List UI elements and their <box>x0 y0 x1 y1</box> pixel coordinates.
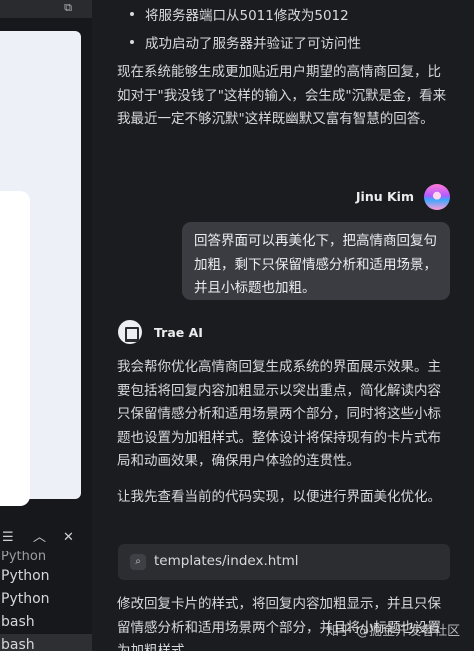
terminal-item[interactable]: bash <box>0 611 92 634</box>
terminal-toolbar: ☰ ︿ ✕ <box>0 527 92 549</box>
close-icon[interactable]: ✕ <box>63 527 74 549</box>
search-icon: ⌕ <box>130 554 146 570</box>
user-message: 回答界面可以再美化下，把高情商回复句加粗，剩下只保留情感分析和适用场景，并且小标… <box>182 222 450 300</box>
sliders-icon[interactable]: ☰ <box>2 527 14 549</box>
ai-reply: 让我先查看当前的代码实现，以便进行界面美化优化。 <box>117 489 441 505</box>
ai-name: Trae AI <box>154 325 203 340</box>
file-reference-chip[interactable]: ⌕ templates/index.html <box>118 544 450 580</box>
terminal-item[interactable]: bash <box>0 634 92 651</box>
user-name: Jinu Kim <box>355 189 414 204</box>
chevron-up-icon[interactable]: ︿ <box>33 527 46 549</box>
bullet-item: 将服务器端口从5011修改为5012 <box>130 4 349 24</box>
terminal-item[interactable]: Python <box>0 588 92 611</box>
bullet-item: 成功启动了服务器并验证了可访问性 <box>130 32 361 52</box>
terminal-item[interactable]: Python <box>0 551 92 565</box>
file-name: templates/index.html <box>154 553 299 569</box>
terminal-list: Python Python Python bash bash <box>0 551 92 651</box>
ai-summary: 现在系统能够生成更加贴近用户期望的高情商回复，比如对于"我没钱了"这样的输入，会… <box>117 64 447 127</box>
preview-panel <box>0 31 81 506</box>
copy-icon[interactable]: ⧉ <box>60 1 76 15</box>
editor-left-pane: ⧉ ☰ ︿ ✕ Python Python Python bash bash <box>0 0 92 651</box>
preview-card <box>0 191 30 506</box>
avatar <box>424 184 450 210</box>
chat-panel: 将服务器端口从5011修改为5012 成功启动了服务器并验证了可访问性 现在系统… <box>92 0 474 651</box>
watermark: 知乎 @掘金开发者社区 <box>326 624 461 639</box>
trae-ai-icon <box>118 320 142 344</box>
terminal-item[interactable]: Python <box>0 565 92 588</box>
left-topbar: ⧉ <box>0 0 92 18</box>
ai-reply: 我会帮你优化高情商回复生成系统的界面展示效果。主要包括将回复内容加粗显示以突出重… <box>117 359 441 469</box>
